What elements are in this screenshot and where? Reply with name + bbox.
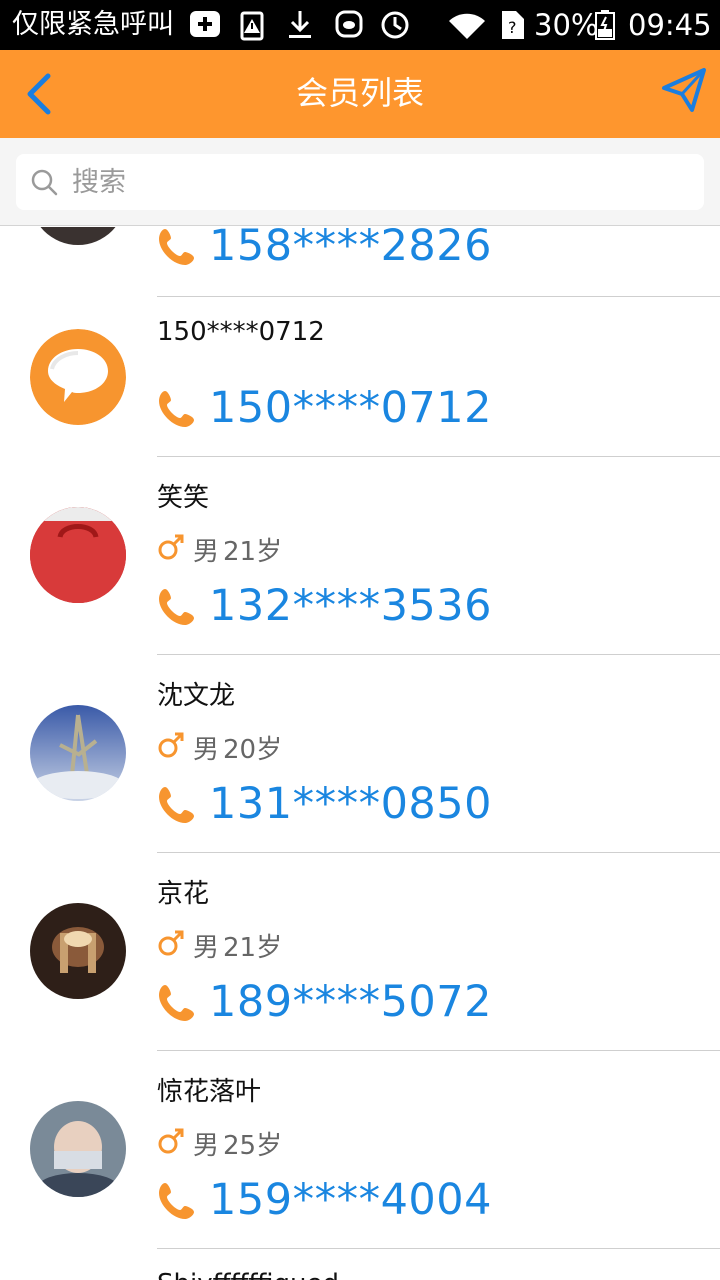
avatar (30, 705, 126, 801)
phone-icon (159, 589, 194, 625)
avatar (30, 507, 126, 603)
avatar-image (30, 1101, 126, 1197)
app-icon (335, 10, 363, 38)
age-label: 21岁 (223, 933, 283, 963)
app-header: 会员列表 (0, 50, 720, 138)
phone-icon (159, 1183, 194, 1219)
male-icon (158, 732, 184, 758)
phone-icon (159, 391, 194, 427)
phone-icon (159, 985, 194, 1021)
gender-label: 男 (193, 537, 220, 567)
avatar (30, 903, 126, 999)
battery-percent: 30% (534, 8, 599, 42)
list-item[interactable]: 150****0712 150****0712 (0, 297, 720, 457)
member-name: 笑笑 (157, 483, 210, 513)
member-name: 150****0712 (157, 317, 325, 347)
wifi-icon (449, 13, 485, 40)
list-item[interactable]: Shiyffffffigued (0, 1249, 720, 1280)
gender-label: 男 (193, 1131, 220, 1161)
download-icon (289, 11, 311, 38)
avatar (30, 329, 126, 425)
sync-icon (381, 11, 409, 39)
page-title: 会员列表 (295, 74, 424, 112)
add-icon (190, 11, 220, 37)
list-item[interactable]: 沈文龙 男 20岁 131****0850 (0, 655, 720, 853)
male-icon (158, 1128, 184, 1154)
list-item[interactable]: 158****2826 (0, 227, 720, 297)
age-label: 25岁 (223, 1131, 283, 1161)
age-label: 21岁 (223, 537, 283, 567)
avatar-image (30, 507, 126, 603)
phone-number[interactable]: 158****2826 (209, 227, 492, 271)
warning-icon (240, 11, 264, 41)
avatar (30, 227, 126, 245)
gender-label: 男 (193, 933, 220, 963)
phone-icon (159, 787, 194, 823)
search-bar (0, 138, 720, 226)
clock: 09:45 (628, 8, 712, 42)
gender-label: 男 (193, 735, 220, 765)
avatar-image (30, 705, 126, 801)
male-icon (158, 534, 184, 560)
list-item[interactable]: 京花 男 21岁 189****5072 (0, 853, 720, 1051)
battery-icon (595, 10, 615, 40)
send-icon[interactable] (660, 66, 708, 114)
avatar (30, 1101, 126, 1197)
carrier-label: 仅限紧急呼叫 (12, 9, 174, 40)
phone-number[interactable]: 189****5072 (209, 977, 492, 1027)
phone-number[interactable]: 132****3536 (209, 581, 492, 631)
svg-text:?: ? (508, 18, 517, 37)
back-button[interactable] (20, 70, 60, 118)
member-name: 沈文龙 (157, 681, 236, 711)
phone-number[interactable]: 159****4004 (209, 1175, 492, 1225)
list-item[interactable]: 惊花落叶 男 25岁 159****4004 (0, 1051, 720, 1249)
member-list[interactable]: 158****2826 150****0712 150****0712 笑笑 男… (0, 227, 720, 1280)
member-name: 惊花落叶 (157, 1077, 262, 1107)
male-icon (158, 930, 184, 956)
search-icon (31, 169, 58, 196)
search-box[interactable] (16, 154, 704, 210)
phone-icon (159, 229, 194, 265)
status-bar: 仅限紧急呼叫 ? 30% 09:45 (0, 0, 720, 50)
phone-number[interactable]: 150****0712 (209, 383, 492, 433)
search-input[interactable] (72, 162, 672, 202)
avatar-image (30, 903, 126, 999)
member-name: Shiyffffffigued (157, 1269, 339, 1280)
chat-bubble-icon (30, 329, 126, 425)
no-sim-icon: ? (502, 11, 524, 39)
member-name: 京花 (157, 879, 210, 909)
age-label: 20岁 (223, 735, 283, 765)
phone-number[interactable]: 131****0850 (209, 779, 492, 829)
list-item[interactable]: 笑笑 男 21岁 132****3536 (0, 457, 720, 655)
